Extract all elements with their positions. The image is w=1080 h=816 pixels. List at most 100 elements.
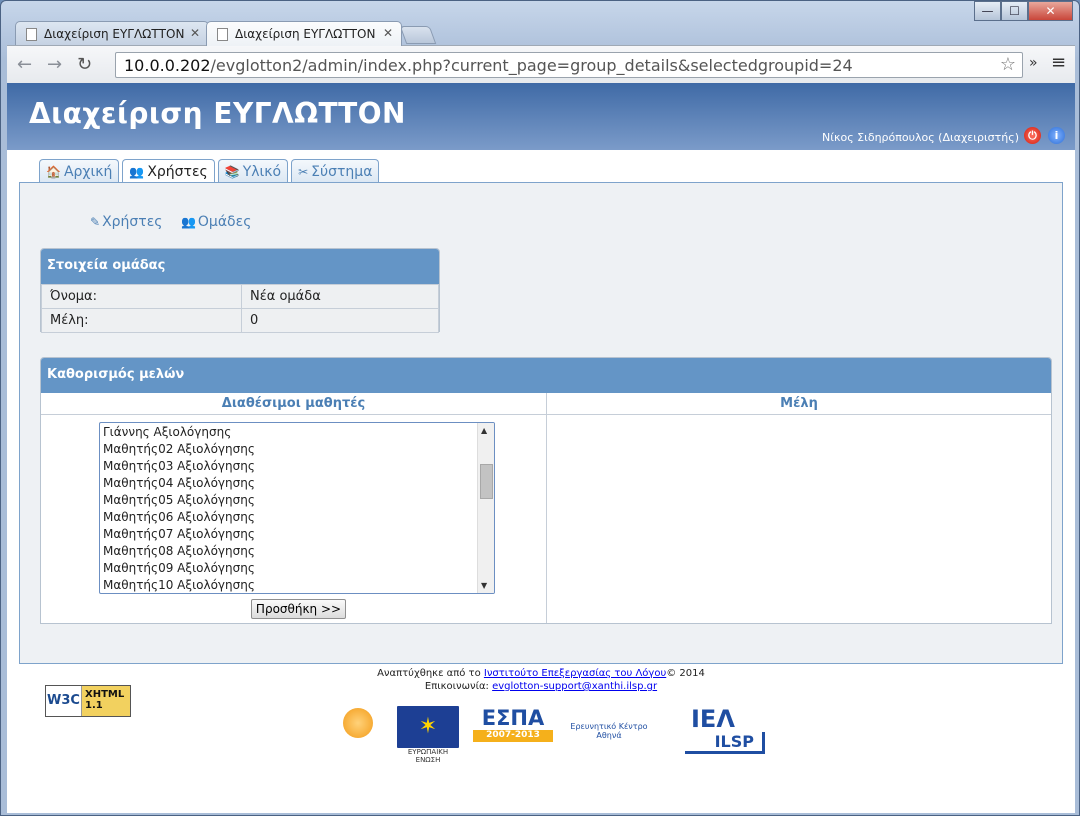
browser-window: Διαχείριση ΕΥΓΛΩΤΤΟΝ ✕ Διαχείριση ΕΥΓΛΩΤ… (0, 0, 1080, 816)
extensions-overflow-icon[interactable]: » (1029, 55, 1038, 71)
tab-users[interactable]: 👥 Χρήστες (122, 159, 215, 184)
tab-system[interactable]: ✂ Σύστημα (291, 159, 380, 183)
tab-content: ✎ Χρήστες 👥 Ομάδες Στοιχεία ομάδας Όνομα: … (19, 182, 1063, 664)
list-item[interactable]: Μαθητής06 Αξιολόγησης (103, 509, 494, 526)
listbox-scrollbar[interactable]: ▲ ▼ (477, 423, 494, 593)
list-item[interactable]: Μαθητής08 Αξιολόγησης (103, 543, 494, 560)
tab-close-icon[interactable]: ✕ (190, 26, 200, 40)
available-students-list[interactable]: Γιάννης Αξιολόγησης Μαθητής02 Αξιολόγηση… (99, 422, 495, 594)
material-icon: 📚 (224, 165, 240, 179)
group-icon: 👥 (180, 215, 196, 229)
site-banner: Διαχείριση ΕΥΓΛΩΤΤΟΝ Νίκος Σιδηρόπουλος … (7, 83, 1075, 150)
page-footer: Αναπτύχθηκε από το Ινστιτούτο Επεξεργασί… (7, 668, 1075, 694)
site-title: Διαχείριση ΕΥΓΛΩΤΤΟΝ (29, 97, 406, 130)
close-window-icon[interactable]: ✕ (1028, 1, 1073, 21)
field-label: Μέλη: (41, 308, 242, 333)
institute-link[interactable]: Ινστιτούτο Επεξεργασίας του Λόγου (484, 668, 666, 679)
page-favicon-icon (26, 28, 37, 41)
back-arrow-icon[interactable]: ← (17, 54, 32, 75)
browser-tab-label: Διαχείριση ΕΥΓΛΩΤΤΟΝ (235, 27, 376, 41)
list-item[interactable]: Μαθητής07 Αξιολόγησης (103, 526, 494, 543)
panel-header: Καθορισμός μελών (41, 358, 1051, 393)
address-bar[interactable]: 10.0.0.202/evglotton2/admin/index.php?cu… (115, 52, 1023, 78)
list-item[interactable]: Μαθητής09 Αξιολόγησης (103, 560, 494, 577)
scroll-up-icon[interactable]: ▲ (481, 426, 487, 435)
available-column: Διαθέσιμοι μαθητές Γιάννης Αξιολόγησης Μ… (41, 393, 547, 623)
espa-title: ΕΣΠΑ (481, 706, 545, 730)
page-favicon-icon (217, 28, 228, 41)
sublink-label: Ομάδες (197, 214, 252, 230)
tab-label: Υλικό (242, 164, 282, 180)
tab-label: Σύστημα (311, 164, 373, 180)
ilsp-text: ILSP (685, 732, 765, 754)
home-icon: 🏠 (46, 165, 61, 179)
eu-stars-icon: ✶ (418, 714, 438, 739)
list-item[interactable]: Μαθητής04 Αξιολόγησης (103, 475, 494, 492)
bookmark-star-icon[interactable]: ☆ (1000, 54, 1016, 75)
support-email-link[interactable]: evglotton-support@xanthi.ilsp.gr (492, 681, 657, 692)
minimize-icon[interactable]: — (974, 1, 1001, 21)
sub-navigation: ✎ Χρήστες 👥 Ομάδες (90, 214, 265, 230)
footer-credits: Αναπτύχθηκε από το Ινστιτούτο Επεξεργασί… (7, 668, 1075, 681)
maximize-icon[interactable]: ☐ (1001, 1, 1028, 21)
athena-text: Ερευνητικό Κέντρο Αθηνά (570, 722, 648, 740)
reload-icon[interactable]: ↻ (77, 54, 92, 75)
ilsp-logo: ΙΕΛ ILSP (685, 706, 765, 768)
tab-label: Χρήστες (147, 164, 208, 180)
panel-header: Στοιχεία ομάδας (41, 249, 439, 284)
espa-years: 2007-2013 (473, 730, 553, 742)
members-panel: Καθορισμός μελών Διαθέσιμοι μαθητές Γιάν… (40, 357, 1052, 624)
tab-label: Αρχική (63, 164, 113, 180)
field-value: Νέα ομάδα (241, 284, 439, 309)
tab-strip: Διαχείριση ΕΥΓΛΩΤΤΟΝ ✕ Διαχείριση ΕΥΓΛΩΤ… (1, 1, 1079, 46)
tab-material[interactable]: 📚 Υλικό (217, 159, 289, 183)
sublink-users[interactable]: ✎ Χρήστες (90, 214, 163, 230)
sponsor-logos: ✶ ΕΥΡΩΠΑΪΚΗ ΕΝΩΣΗ ΕΣΠΑ 2007-2013 Ερευνητ… (337, 706, 777, 772)
logout-power-icon[interactable]: ⏻ (1024, 127, 1041, 144)
available-header: Διαθέσιμοι μαθητές (41, 393, 546, 415)
footer-contact: Επικοινωνία: evglotton-support@xanthi.il… (7, 681, 1075, 694)
group-details-table: Όνομα: Νέα ομάδα Μέλη: 0 (41, 284, 439, 333)
new-tab-button[interactable] (399, 26, 437, 44)
info-icon[interactable]: i (1048, 127, 1065, 144)
url-host: 10.0.0.202 (124, 56, 211, 75)
browser-tab-2[interactable]: Διαχείριση ΕΥΓΛΩΤΤΟΝ ✕ (206, 21, 402, 46)
eu-logo: ✶ ΕΥΡΩΠΑΪΚΗ ΕΝΩΣΗ (397, 706, 459, 768)
tab-close-icon[interactable]: ✕ (383, 26, 393, 40)
users-icon: 👥 (129, 165, 145, 179)
footer-text: Επικοινωνία: (424, 681, 493, 692)
tools-icon: ✂ (298, 165, 309, 179)
forward-arrow-icon[interactable]: → (47, 54, 62, 75)
members-columns: Διαθέσιμοι μαθητές Γιάννης Αξιολόγησης Μ… (41, 393, 1051, 623)
digital-greece-logo (337, 706, 379, 768)
menu-hamburger-icon[interactable]: ≡ (1051, 52, 1066, 73)
members-column: Μέλη (547, 393, 1051, 623)
browser-tab-label: Διαχείριση ΕΥΓΛΩΤΤΟΝ (44, 27, 185, 41)
iel-text: ΙΕΛ (691, 705, 735, 733)
list-item[interactable]: Μαθητής05 Αξιολόγησης (103, 492, 494, 509)
scroll-down-icon[interactable]: ▼ (481, 581, 487, 590)
xhtml-label: XHTML 1.1 (82, 686, 130, 716)
list-item[interactable]: Μαθητής02 Αξιολόγησης (103, 441, 494, 458)
footer-text: Αναπτύχθηκε από το (377, 668, 484, 679)
list-item[interactable]: Γιάννης Αξιολόγησης (103, 424, 494, 441)
window-controls: — ☐ ✕ (974, 1, 1073, 21)
url-path: /evglotton2/admin/index.php?current_page… (210, 56, 853, 75)
footer-text: © 2014 (666, 668, 705, 679)
group-details-panel: Στοιχεία ομάδας Όνομα: Νέα ομάδα Μέλη: 0 (40, 248, 440, 333)
list-item[interactable]: Μαθητής10 Αξιολόγησης (103, 577, 494, 593)
logged-in-user: Νίκος Σιδηρόπουλος (Διαχειριστής) (822, 131, 1019, 144)
scrollbar-thumb[interactable] (480, 464, 493, 499)
browser-tab-1[interactable]: Διαχείριση ΕΥΓΛΩΤΤΟΝ ✕ (15, 21, 209, 46)
eu-logo-text: ΕΥΡΩΠΑΪΚΗ ΕΝΩΣΗ (407, 748, 449, 764)
members-header: Μέλη (547, 393, 1051, 415)
field-label: Όνομα: (41, 284, 242, 309)
tab-home[interactable]: 🏠 Αρχική (39, 159, 120, 183)
web-page: Διαχείριση ΕΥΓΛΩΤΤΟΝ Νίκος Σιδηρόπουλος … (7, 83, 1075, 813)
list-item[interactable]: Μαθητής03 Αξιολόγησης (103, 458, 494, 475)
sublink-groups[interactable]: 👥 Ομάδες (181, 214, 251, 230)
table-row: Μέλη: 0 (41, 308, 439, 333)
w3c-xhtml-badge[interactable]: W3C XHTML 1.1 (45, 685, 131, 717)
browser-toolbar: ← → ↻ 10.0.0.202/evglotton2/admin/index.… (7, 45, 1075, 83)
add-member-button[interactable]: Προσθήκη >> (251, 599, 346, 619)
